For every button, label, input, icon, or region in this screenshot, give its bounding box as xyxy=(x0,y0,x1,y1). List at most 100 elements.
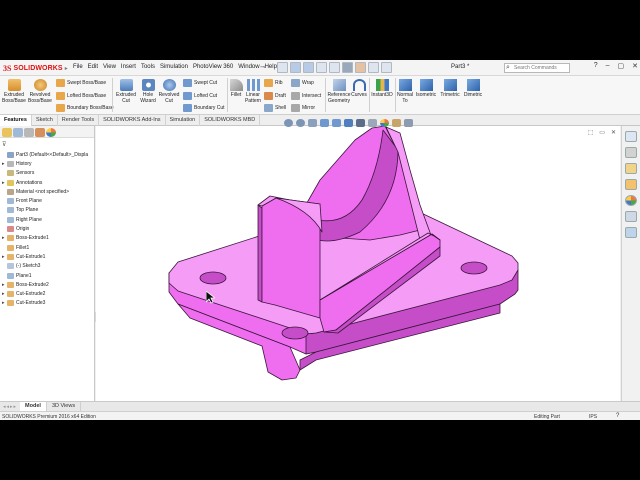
boundary-boss-button[interactable]: Boundary Boss/Base xyxy=(56,104,114,112)
feature-tree-item[interactable]: ▸ History xyxy=(2,159,94,168)
menu-edit[interactable]: Edit xyxy=(88,64,98,70)
extruded-boss-button[interactable]: Extruded Boss/Base xyxy=(2,79,26,104)
menu-tools[interactable]: Tools xyxy=(141,64,155,70)
curves-button[interactable]: Curves xyxy=(350,79,368,98)
rebuild-icon[interactable] xyxy=(355,62,366,73)
feature-tree-item[interactable]: ▸ Cut-Extrude3 xyxy=(2,299,94,308)
hide-show-items-icon[interactable] xyxy=(368,119,377,127)
view-palette-icon[interactable] xyxy=(625,179,637,190)
file-properties-icon[interactable] xyxy=(368,62,379,73)
isometric-button[interactable]: Isometric xyxy=(414,79,438,98)
dimetric-button[interactable]: Dimetric xyxy=(462,79,484,98)
feature-tree-item[interactable]: Fillet1 xyxy=(2,243,94,252)
feature-tree-item[interactable]: ▸ Boss-Extrude1 xyxy=(2,234,94,243)
tab-model[interactable]: Model xyxy=(20,402,47,411)
viewport-maximize-icon[interactable]: ▭ xyxy=(599,129,605,136)
filter-icon[interactable]: ⊽ xyxy=(2,141,6,148)
display-manager-tab-icon[interactable] xyxy=(46,128,56,137)
menu-help[interactable]: Help xyxy=(265,64,277,70)
viewport-restore-icon[interactable]: ⬚ xyxy=(588,129,594,136)
trimetric-button[interactable]: Trimetric xyxy=(438,79,462,98)
lofted-boss-button[interactable]: Lofted Boss/Base xyxy=(56,92,106,100)
select-icon[interactable] xyxy=(342,62,353,73)
tab-addins[interactable]: SOLIDWORKS Add-Ins xyxy=(99,115,166,126)
feature-tree-item[interactable]: Material <not specified> xyxy=(2,187,94,196)
pushpin-icon[interactable]: ⊸ xyxy=(260,63,266,71)
custom-properties-icon[interactable] xyxy=(625,211,637,222)
shell-button[interactable]: Shell xyxy=(264,104,286,112)
feature-tree-item[interactable]: (-) Sketch3 xyxy=(2,262,94,271)
wrap-button[interactable]: Wrap xyxy=(291,79,314,87)
options-gear-icon[interactable] xyxy=(381,62,392,73)
print-icon[interactable] xyxy=(316,62,327,73)
feature-tree-item[interactable]: Top Plane xyxy=(2,206,94,215)
tab-simulation[interactable]: Simulation xyxy=(166,115,201,126)
configuration-manager-tab-icon[interactable] xyxy=(24,128,34,137)
tab-mbd[interactable]: SOLIDWORKS MBD xyxy=(200,115,261,126)
menu-simulation[interactable]: Simulation xyxy=(160,64,188,70)
feature-tree-item[interactable]: Part3 (Default<<Default>_Displa xyxy=(2,150,94,159)
rib-button[interactable]: Rib xyxy=(264,79,283,87)
tab-3d-views[interactable]: 3D Views xyxy=(47,402,82,411)
appearances-icon[interactable] xyxy=(625,195,637,206)
zoom-to-area-icon[interactable] xyxy=(296,119,305,127)
instant3d-button[interactable]: Instant3D xyxy=(370,79,394,98)
solidworks-logo[interactable]: 3S SOLIDWORKS ▸ xyxy=(3,62,68,74)
revolved-boss-button[interactable]: Revolved Boss/Base xyxy=(28,79,52,104)
new-document-icon[interactable] xyxy=(277,62,288,73)
feature-tree-item[interactable]: Right Plane xyxy=(2,215,94,224)
view-orientation-icon[interactable] xyxy=(344,119,353,127)
tab-scroll-arrows[interactable]: ◂◂▸▸ xyxy=(0,404,20,410)
linear-pattern-button[interactable]: Linear Pattern xyxy=(244,79,262,104)
design-library-icon[interactable] xyxy=(625,147,637,158)
tab-sketch[interactable]: Sketch xyxy=(32,115,58,126)
reference-geometry-button[interactable]: Reference Geometry xyxy=(326,79,352,104)
boundary-cut-button[interactable]: Boundary Cut xyxy=(183,104,225,112)
swept-boss-button[interactable]: Swept Boss/Base xyxy=(56,79,106,87)
zoom-to-fit-icon[interactable] xyxy=(284,119,293,127)
close-button[interactable]: ✕ xyxy=(632,62,638,70)
normal-to-button[interactable]: Normal To xyxy=(396,79,414,104)
intersect-button[interactable]: Intersect xyxy=(291,92,321,100)
feature-tree-item[interactable]: ▸ Boss-Extrude2 xyxy=(2,280,94,289)
fillet-button[interactable]: Fillet xyxy=(228,79,244,98)
tab-render-tools[interactable]: Render Tools xyxy=(58,115,100,126)
feature-tree-item[interactable]: Front Plane xyxy=(2,196,94,205)
edit-appearance-icon[interactable] xyxy=(380,119,389,127)
feature-tree-item[interactable]: ▸ Annotations xyxy=(2,178,94,187)
dynamic-annotation-icon[interactable] xyxy=(332,119,341,127)
solidworks-resources-icon[interactable] xyxy=(625,131,637,142)
menu-photoview[interactable]: PhotoView 360 xyxy=(193,64,233,70)
feature-tree-tab-icon[interactable] xyxy=(2,128,12,137)
feature-tree-item[interactable]: Plane1 xyxy=(2,271,94,280)
property-manager-tab-icon[interactable] xyxy=(13,128,23,137)
forum-icon[interactable] xyxy=(625,227,637,238)
undo-icon[interactable] xyxy=(329,62,340,73)
section-view-icon[interactable] xyxy=(320,119,329,127)
feature-tree-item[interactable]: ▸ Cut-Extrude1 xyxy=(2,252,94,261)
swept-cut-button[interactable]: Swept Cut xyxy=(183,79,217,87)
revolved-cut-button[interactable]: Revolved Cut xyxy=(158,79,180,104)
lofted-cut-button[interactable]: Lofted Cut xyxy=(183,92,217,100)
display-style-icon[interactable] xyxy=(356,119,365,127)
hole-wizard-button[interactable]: Hole Wizard xyxy=(138,79,158,104)
maximize-button[interactable]: ▢ xyxy=(618,62,625,70)
feature-tree-item[interactable]: ▸ Cut-Extrude2 xyxy=(2,289,94,298)
apply-scene-icon[interactable] xyxy=(392,119,401,127)
status-help-icon[interactable]: ? xyxy=(616,413,619,419)
draft-button[interactable]: Draft xyxy=(264,92,286,100)
feature-tree-item[interactable]: Sensors xyxy=(2,169,94,178)
view-settings-icon[interactable] xyxy=(404,119,413,127)
menu-insert[interactable]: Insert xyxy=(121,64,136,70)
help-icon[interactable]: ? xyxy=(594,62,598,70)
feature-tree-item[interactable]: Origin xyxy=(2,224,94,233)
status-units[interactable]: IPS xyxy=(589,414,597,420)
tab-features[interactable]: Features xyxy=(0,115,32,126)
save-icon[interactable] xyxy=(303,62,314,73)
dimxpert-tab-icon[interactable] xyxy=(35,128,45,137)
file-explorer-icon[interactable] xyxy=(625,163,637,174)
viewport-close-icon[interactable]: ✕ xyxy=(611,129,616,136)
graphics-area[interactable]: ⬚ ▭ ✕ xyxy=(96,126,620,401)
search-commands-input[interactable]: ⌕ Search Commands xyxy=(504,63,570,73)
menu-view[interactable]: View xyxy=(103,64,116,70)
